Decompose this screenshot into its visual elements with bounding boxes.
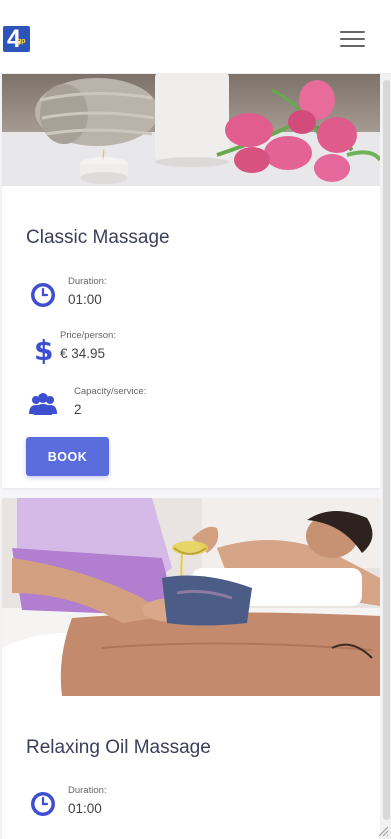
- brand-logo[interactable]: 4 gp: [3, 26, 30, 52]
- capacity-label: Capacity/service:: [74, 386, 147, 397]
- service-image-oil-massage: [2, 498, 380, 696]
- price-value: € 34.95: [60, 346, 106, 361]
- duration-label: Duration:: [68, 276, 107, 287]
- hamburger-menu-icon[interactable]: [340, 29, 365, 49]
- dollar-icon: $: [34, 334, 53, 364]
- users-icon: [29, 393, 57, 415]
- price-info: $ Price/person: € 34.95: [26, 330, 326, 370]
- duration-info: Duration: 01:00: [26, 785, 326, 825]
- service-title: Relaxing Oil Massage: [26, 737, 211, 758]
- price-label: Price/person:: [60, 330, 116, 341]
- duration-label: Duration:: [68, 785, 107, 796]
- resize-grip-icon[interactable]: [377, 825, 389, 837]
- duration-value: 01:00: [68, 801, 102, 816]
- service-card: Relaxing Oil Massage Duration: 01:00: [2, 498, 380, 839]
- app-header: 4 gp: [0, 0, 391, 74]
- service-image-spa-tulips: [2, 70, 380, 186]
- page-scrollbar[interactable]: [382, 0, 391, 839]
- capacity-value: 2: [74, 402, 82, 417]
- capacity-info: Capacity/service: 2: [26, 386, 326, 426]
- service-title: Classic Massage: [26, 227, 170, 248]
- book-button[interactable]: BOOK: [26, 437, 109, 476]
- clock-icon: [31, 283, 55, 307]
- scrollbar-thumb[interactable]: [383, 80, 390, 820]
- duration-info: Duration: 01:00: [26, 276, 326, 316]
- duration-value: 01:00: [68, 292, 102, 307]
- clock-icon: [31, 792, 55, 816]
- svg-text:$: $: [34, 334, 53, 364]
- logo-subtext: gp: [17, 38, 26, 45]
